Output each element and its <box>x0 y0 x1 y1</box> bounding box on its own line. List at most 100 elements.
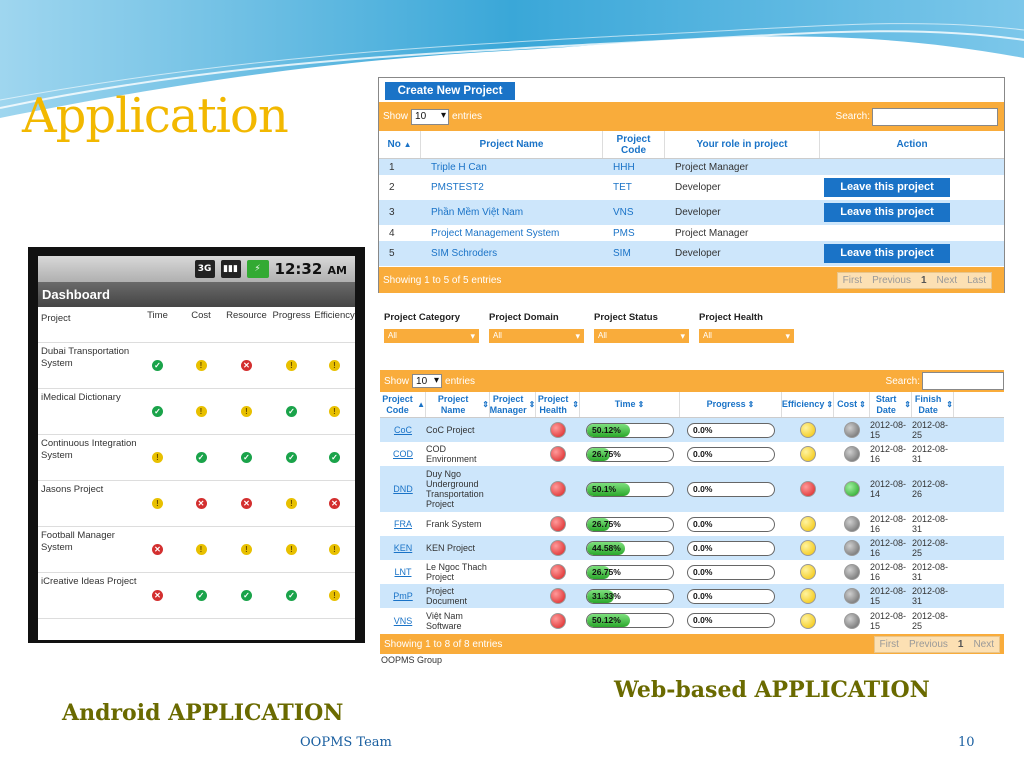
finish-date: 2012-08-31 <box>912 514 949 534</box>
project-code-link[interactable]: DND <box>393 484 413 494</box>
dashboard-row[interactable]: Continuous Integration System! ✓ ✓ ✓ ✓ <box>38 435 355 481</box>
leave-project-button[interactable]: Leave this project <box>824 244 950 263</box>
time-progress-bar: 50.12% <box>586 613 674 628</box>
cell-name[interactable]: Triple H Can <box>421 162 603 173</box>
health-red-icon <box>550 481 566 497</box>
col-no[interactable]: No ▲ <box>379 131 421 158</box>
col-project-manager[interactable]: Project Manager ⇕ <box>490 392 536 417</box>
time-percent: 31.33% <box>592 590 621 601</box>
pager-1[interactable]: 1 <box>953 637 969 652</box>
project-name: Project Document <box>426 586 468 606</box>
cell-cost <box>834 612 870 629</box>
start-date: 2012-08-16 <box>870 514 907 534</box>
cell-health <box>536 588 580 604</box>
dashboard-row[interactable]: Football Manager System ✕!!!! <box>38 527 355 573</box>
cell-efficiency <box>782 446 834 462</box>
cell-time: ! <box>137 481 178 526</box>
col-project-code[interactable]: Project Code ▲ <box>380 392 426 417</box>
project-code-link[interactable]: CoC <box>394 425 412 435</box>
project-code-link[interactable]: COD <box>393 449 413 459</box>
project-code-link[interactable]: KEN <box>394 543 413 553</box>
table-row: 2 PMSTEST2 TET Developer Leave this project <box>379 175 1004 200</box>
efficiency-yel-icon <box>800 564 816 580</box>
project-code-link[interactable]: FRA <box>394 519 412 529</box>
pager-first[interactable]: First <box>875 637 904 652</box>
cell-progress: 0.0% <box>680 540 782 556</box>
col-efficiency[interactable]: Efficiency ⇕ <box>782 392 834 417</box>
col-project-code[interactable]: Project Code <box>603 131 665 158</box>
cell-start: 2012-08-16 <box>870 514 912 534</box>
entries-select-2[interactable]: 10 <box>412 374 443 388</box>
col-progress[interactable]: Progress ⇕ <box>680 392 782 417</box>
cell-progress: ✓ <box>269 573 314 618</box>
cell-start: 2012-08-16 <box>870 444 912 464</box>
col-project-name[interactable]: Project Name <box>421 131 603 158</box>
col-role[interactable]: Your role in project <box>665 131 820 158</box>
sort-icon: ⇕ <box>747 400 755 409</box>
project-code-link[interactable]: PmP <box>393 591 413 601</box>
status-err-icon: ✕ <box>152 590 163 601</box>
dashboard-row[interactable]: iCreative Ideas Project ✕ ✓ ✓ ✓! <box>38 573 355 619</box>
dashboard-row[interactable]: Jasons Project! ✕ ✕! ✕ <box>38 481 355 527</box>
dashboard-row[interactable]: Dubai Transportation System ✓! ✕!! <box>38 343 355 389</box>
dashboard-row[interactable]: iMedical Dictionary ✓!! ✓! <box>38 389 355 435</box>
col-action[interactable]: Action <box>820 131 1004 158</box>
filter-project-category: Project Category All <box>380 312 485 352</box>
pager-first[interactable]: First <box>838 273 867 288</box>
col-project-health[interactable]: Project Health ⇕ <box>536 392 580 417</box>
pager-previous[interactable]: Previous <box>867 273 916 288</box>
cell-progress: 0.0% <box>680 516 782 532</box>
col-label: Time <box>614 399 636 409</box>
android-caption: Android APPLICATION <box>62 700 344 726</box>
entries-select[interactable]: 10 <box>411 108 450 125</box>
table-row: KEN KEN Project 44.58% 0.0% 2012-08-16 2012-0… <box>380 536 1004 560</box>
cell-code: VNS <box>380 616 426 626</box>
filter-select[interactable]: All <box>489 329 584 343</box>
col-time[interactable]: Time ⇕ <box>580 392 680 417</box>
pager-previous[interactable]: Previous <box>904 637 953 652</box>
health-red-icon <box>550 564 566 580</box>
pager-last[interactable]: Last <box>962 273 991 288</box>
project-code-link[interactable]: VNS <box>394 616 413 626</box>
status-err-icon: ✕ <box>195 498 207 509</box>
col-start-date[interactable]: Start Date ⇕ <box>870 392 912 417</box>
filter-select[interactable]: All <box>384 329 479 343</box>
group-label: OOPMS Group <box>381 655 443 665</box>
cell-name[interactable]: Project Management System <box>421 228 603 239</box>
filter-select[interactable]: All <box>594 329 689 343</box>
cost-gry-icon <box>844 446 860 462</box>
search-input-2[interactable] <box>922 372 1004 390</box>
search-input[interactable] <box>872 107 998 126</box>
pager-next[interactable]: Next <box>932 273 963 288</box>
col-finish-date[interactable]: Finish Date ⇕ <box>912 392 954 417</box>
cell-resource: ✕ <box>224 343 269 388</box>
leave-project-button[interactable]: Leave this project <box>824 178 950 197</box>
health-red-icon <box>550 422 566 438</box>
col-project-name[interactable]: Project Name ⇕ <box>426 392 490 417</box>
col-cost[interactable]: Cost ⇕ <box>834 392 870 417</box>
create-new-project-button[interactable]: Create New Project <box>385 82 515 100</box>
start-date: 2012-08-16 <box>870 444 907 464</box>
cell-efficiency <box>782 588 834 604</box>
cell-name[interactable]: Phần Mềm Việt Nam <box>421 207 603 218</box>
cell-name[interactable]: PMSTEST2 <box>421 182 603 193</box>
progress-bar: 0.0% <box>687 516 775 532</box>
progress-bar: 0.0% <box>687 446 775 462</box>
cell-cost <box>834 516 870 532</box>
status-err-icon: ✕ <box>241 498 252 509</box>
cell-cost: ! <box>178 343 224 388</box>
cell-name[interactable]: SIM Schroders <box>421 248 603 259</box>
status-warn-icon: ! <box>286 360 297 371</box>
status-warn-icon: ! <box>241 544 252 555</box>
pager-1[interactable]: 1 <box>916 273 932 288</box>
cell-cost <box>834 588 870 604</box>
dashboard-title: Dashboard <box>38 282 355 307</box>
pager-next[interactable]: Next <box>968 637 999 652</box>
cell-efficiency <box>782 612 834 629</box>
search-label-2: Search: <box>885 375 920 387</box>
leave-project-button[interactable]: Leave this project <box>824 203 950 222</box>
status-warn-icon: ! <box>195 406 207 417</box>
project-code-link[interactable]: LNT <box>394 567 411 577</box>
filter-select[interactable]: All <box>699 329 794 343</box>
cost-gry-icon <box>844 564 860 580</box>
